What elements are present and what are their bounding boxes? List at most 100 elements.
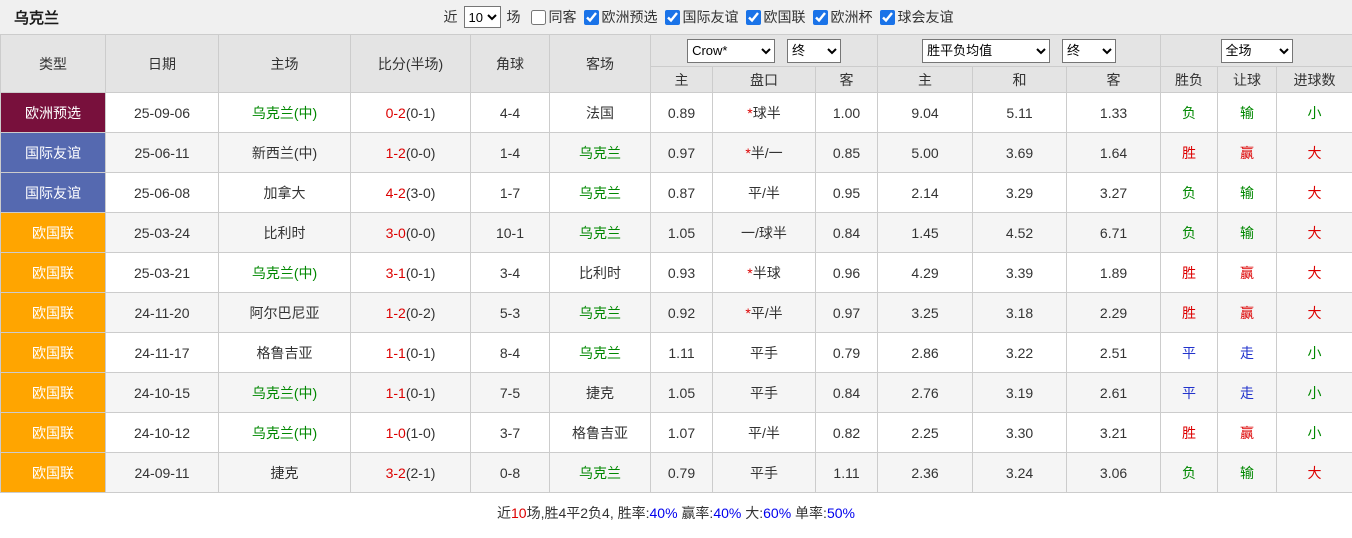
footer-segment: 场,胜4平2负4, 胜率: [527, 505, 650, 521]
checkbox-input[interactable] [880, 10, 895, 25]
type-cell: 欧洲预选 [1, 93, 106, 133]
score-half: (0-1) [406, 385, 436, 401]
home-team: 阿尔巴尼亚 [250, 305, 320, 321]
win-odds: 2.36 [878, 453, 973, 493]
lose-odds: 2.51 [1067, 333, 1161, 373]
matches-label: 场 [507, 7, 521, 27]
filter-checkboxes: 同客欧洲预选 国际友谊欧国联欧洲杯 球会友谊 [531, 7, 954, 27]
table-row: 欧国联 24-10-12 乌克兰(中) 1-0(1-0) 3-7 格鲁吉亚 1.… [1, 413, 1352, 453]
away-team: 乌克兰 [579, 465, 621, 481]
win-odds: 3.25 [878, 293, 973, 333]
subcol-asia-away: 客 [816, 67, 878, 93]
date-cell: 25-09-06 [106, 93, 219, 133]
away-cell: 比利时 [550, 253, 651, 293]
checkbox-input[interactable] [813, 10, 828, 25]
handicap-result-cell: 走 [1218, 333, 1277, 373]
subcol-lose: 客 [1067, 67, 1161, 93]
lose-odds: 3.06 [1067, 453, 1161, 493]
asia-home-odds: 0.89 [651, 93, 713, 133]
col-header-away: 客场 [550, 35, 651, 93]
scope-select[interactable]: 全场 [1221, 39, 1293, 63]
away-cell: 格鲁吉亚 [550, 413, 651, 453]
checkbox-input[interactable] [584, 10, 599, 25]
europe-odds-state-select[interactable]: 终 [1062, 39, 1116, 63]
home-team: 比利时 [264, 225, 306, 241]
home-team: 加拿大 [264, 185, 306, 201]
asia-away-odds: 0.84 [816, 373, 878, 413]
score-cell: 1-1(0-1) [351, 333, 471, 373]
europe-odds-select[interactable]: 胜平负均值 [922, 39, 1050, 63]
handicap-text: 一/球半 [741, 225, 787, 241]
home-cell: 乌克兰(中) [219, 253, 351, 293]
match-history-table: 类型 日期 主场 比分(半场) 角球 客场 Crow* 终 胜平负均值 终 [0, 34, 1352, 493]
result-cell: 胜 [1161, 133, 1218, 173]
checkbox-label: 国际友谊 [683, 7, 739, 27]
away-team: 乌克兰 [579, 145, 621, 161]
checkbox-label: 球会友谊 [898, 7, 954, 27]
asia-home-odds: 0.87 [651, 173, 713, 213]
home-cell: 比利时 [219, 213, 351, 253]
score-main: 4-2 [386, 185, 406, 201]
filter-checkbox-2[interactable]: 欧洲预选 [584, 7, 658, 27]
bookmaker-select[interactable]: Crow* [687, 39, 775, 63]
handicap-text: 平/半 [748, 185, 780, 201]
type-cell: 欧国联 [1, 293, 106, 333]
home-team: 乌克兰(中) [252, 105, 317, 121]
handicap-result-cell: 输 [1218, 213, 1277, 253]
corner-cell: 3-7 [471, 413, 550, 453]
type-cell: 欧国联 [1, 253, 106, 293]
handicap-text: 平手 [750, 465, 778, 481]
win-odds: 9.04 [878, 93, 973, 133]
goals-cell: 大 [1277, 133, 1352, 173]
subcol-goals: 进球数 [1277, 67, 1352, 93]
draw-odds: 3.22 [973, 333, 1067, 373]
corner-cell: 4-4 [471, 93, 550, 133]
goals-cell: 小 [1277, 413, 1352, 453]
lose-odds: 1.33 [1067, 93, 1161, 133]
away-team: 格鲁吉亚 [572, 425, 628, 441]
europe-odds-header-cell: 胜平负均值 终 [878, 35, 1161, 67]
score-half: (0-2) [406, 305, 436, 321]
lose-odds: 3.27 [1067, 173, 1161, 213]
subcol-handicap-result: 让球 [1218, 67, 1277, 93]
table-row: 欧国联 24-10-15 乌克兰(中) 1-1(0-1) 7-5 捷克 1.05… [1, 373, 1352, 413]
home-team: 格鲁吉亚 [257, 345, 313, 361]
filter-checkbox-3[interactable]: 国际友谊 [665, 7, 739, 27]
match-count-select[interactable]: 10 [464, 6, 501, 28]
date-cell: 24-11-17 [106, 333, 219, 373]
home-cell: 新西兰(中) [219, 133, 351, 173]
asia-odds-state-select[interactable]: 终 [787, 39, 841, 63]
checkbox-input[interactable] [665, 10, 680, 25]
checkbox-input[interactable] [531, 10, 546, 25]
date-cell: 24-10-15 [106, 373, 219, 413]
corner-cell: 7-5 [471, 373, 550, 413]
checkbox-input[interactable] [746, 10, 761, 25]
handicap-text: 球半 [753, 105, 781, 121]
page-title: 乌克兰 [14, 7, 59, 28]
asia-home-odds: 1.07 [651, 413, 713, 453]
home-cell: 乌克兰(中) [219, 93, 351, 133]
handicap-result-cell: 输 [1218, 453, 1277, 493]
score-cell: 3-2(2-1) [351, 453, 471, 493]
away-cell: 法国 [550, 93, 651, 133]
col-header-date: 日期 [106, 35, 219, 93]
table-row: 国际友谊 25-06-08 加拿大 4-2(3-0) 1-7 乌克兰 0.87 … [1, 173, 1352, 213]
filter-checkbox-5[interactable]: 欧洲杯 [813, 7, 873, 27]
type-cell: 欧国联 [1, 413, 106, 453]
top-bar: 乌克兰 近 10 场 同客欧洲预选国际友谊欧国联欧洲杯球会友谊 [0, 0, 1352, 34]
filter-checkbox-1[interactable]: 同客 [531, 7, 577, 27]
asia-away-odds: 1.11 [816, 453, 878, 493]
asia-away-odds: 0.96 [816, 253, 878, 293]
score-main: 1-2 [386, 145, 406, 161]
subcol-result: 胜负 [1161, 67, 1218, 93]
score-cell: 3-1(0-1) [351, 253, 471, 293]
goals-cell: 大 [1277, 213, 1352, 253]
filter-checkbox-6[interactable]: 球会友谊 [880, 7, 954, 27]
filter-checkbox-4[interactable]: 欧国联 [746, 7, 806, 27]
result-cell: 负 [1161, 213, 1218, 253]
goals-cell: 小 [1277, 333, 1352, 373]
footer-segment: 50% [827, 505, 855, 521]
away-team: 比利时 [579, 265, 621, 281]
asia-away-odds: 0.97 [816, 293, 878, 333]
draw-odds: 5.11 [973, 93, 1067, 133]
